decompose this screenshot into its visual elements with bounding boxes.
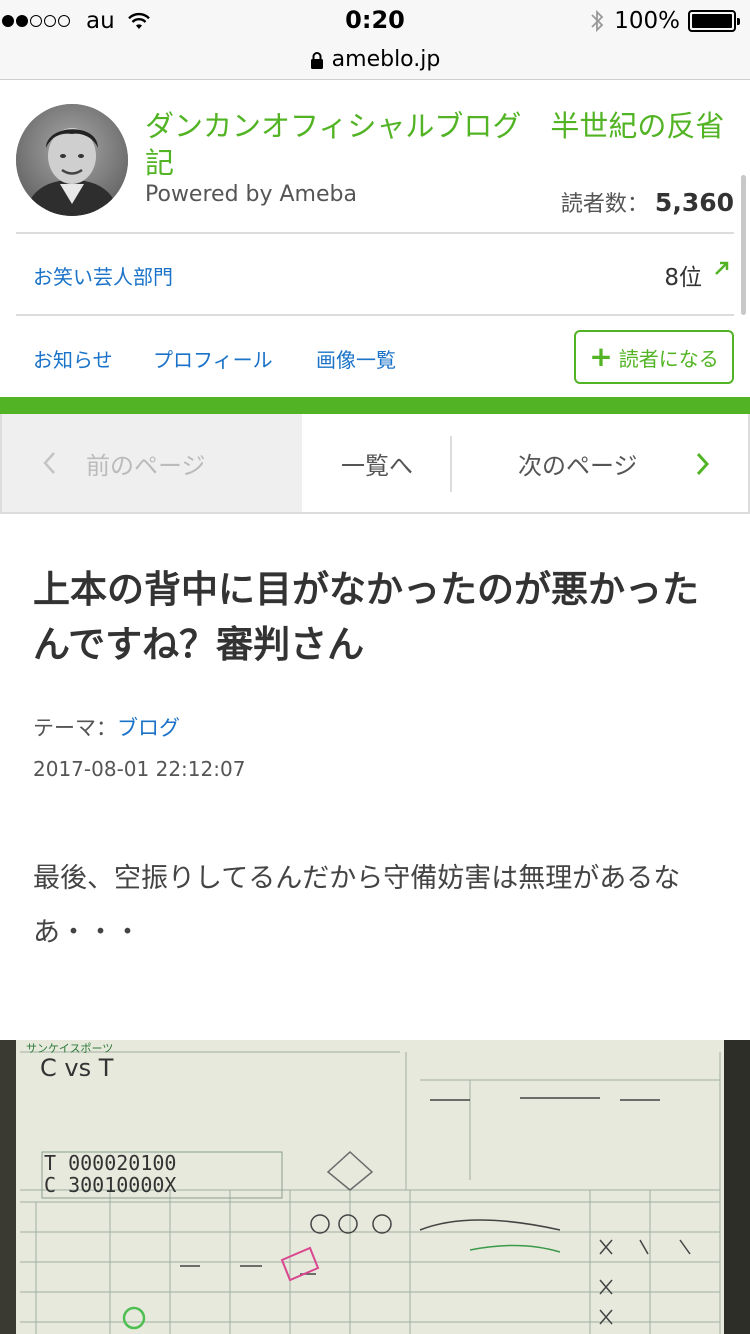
divider — [16, 232, 734, 234]
chevron-right-icon — [696, 452, 710, 476]
article-title: 上本の背中に目がなかったのが悪かったんですね？審判さん — [33, 568, 699, 666]
scorecard-line-2: C 30010000X — [44, 1173, 176, 1197]
nav-profile-link[interactable]: プロフィール — [153, 344, 273, 373]
prev-page-button[interactable]: 前のページ — [2, 414, 302, 512]
url-text: ameblo.jp — [331, 47, 441, 72]
reader-count-label: 読者数： — [560, 192, 649, 217]
reader-count: 読者数： 5,360 — [561, 186, 734, 218]
theme-link[interactable]: ブログ — [117, 716, 180, 740]
next-page-label: 次のページ — [518, 451, 638, 480]
follow-button-label: 読者になる — [618, 346, 719, 371]
follow-button[interactable]: + 読者になる — [574, 330, 734, 384]
post-date: 2017-08-01 22:12:07 — [33, 757, 246, 781]
blog-header: ダンカンオフィシャルブログ 半世紀の反省記 Powered by Ameba 読… — [0, 80, 750, 315]
bluetooth-icon — [591, 9, 604, 33]
avatar[interactable] — [16, 104, 128, 216]
scorecard-vs: C vs T — [40, 1054, 114, 1082]
ranking-row[interactable]: お笑い芸人部門 8位 — [0, 236, 750, 314]
list-label: 一覧へ — [341, 451, 413, 480]
ranking-position: 8位 — [664, 265, 702, 291]
battery-icon — [688, 10, 740, 32]
chevron-left-icon — [43, 452, 55, 474]
blog-title[interactable]: ダンカンオフィシャルブログ 半世紀の反省記 — [145, 108, 735, 182]
battery-percent: 100% — [614, 8, 680, 34]
address-bar[interactable]: ameblo.jp — [0, 40, 750, 80]
blog-nav: お知らせ プロフィール 画像一覧 + 読者になる — [0, 316, 750, 396]
plus-icon: + — [589, 340, 613, 373]
powered-by: Powered by Ameba — [145, 182, 357, 207]
nav-images-link[interactable]: 画像一覧 — [316, 344, 396, 373]
lock-icon — [310, 51, 323, 69]
trend-up-icon — [715, 261, 729, 275]
status-bar: au 0:20 100% — [0, 0, 750, 40]
status-right: 100% — [590, 7, 740, 35]
article-body: 最後、空振りしてるんだから守備妨害は無理があるなあ・・・ — [33, 863, 681, 948]
scorecard-image[interactable]: サンケイスポーツ C vs T T 000020100 C 30010000X — [0, 1040, 750, 1334]
pager: 前のページ 一覧へ 次のページ — [0, 414, 750, 514]
theme-label: テーマ： — [33, 716, 117, 740]
nav-news-link[interactable]: お知らせ — [33, 344, 113, 373]
reader-count-value: 5,360 — [654, 188, 734, 217]
list-button[interactable]: 一覧へ — [302, 414, 452, 512]
article-theme: テーマ：ブログ — [33, 712, 180, 742]
prev-page-label: 前のページ — [86, 451, 206, 480]
ranking-category-link[interactable]: お笑い芸人部門 — [33, 261, 173, 290]
accent-bar — [0, 397, 750, 414]
next-page-button[interactable]: 次のページ — [452, 414, 748, 512]
scorecard-line-1: T 000020100 — [44, 1151, 176, 1175]
